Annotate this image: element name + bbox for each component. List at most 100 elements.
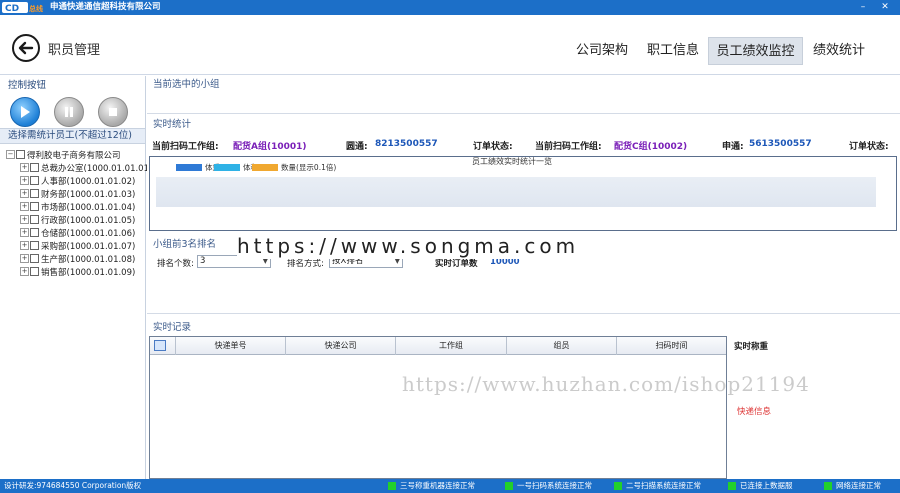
top3-label: 小组前3名排名 bbox=[153, 239, 217, 250]
control-section-label: 控制按钮 bbox=[8, 80, 47, 91]
legend-swatch bbox=[176, 164, 202, 171]
status-led-icon bbox=[614, 482, 622, 490]
expand-icon[interactable]: + bbox=[20, 241, 29, 250]
tab-company-structure[interactable]: 公司架构 bbox=[572, 37, 632, 65]
expand-icon[interactable]: + bbox=[20, 176, 29, 185]
legend-swatch bbox=[252, 164, 278, 171]
tree-item-label: 采购部(1000.01.01.07) bbox=[41, 241, 136, 252]
tree-item-label: 市场部(1000.01.01.04) bbox=[41, 202, 136, 213]
expand-icon[interactable]: + bbox=[20, 163, 29, 172]
chart-title: 员工绩效实时统计一览 bbox=[472, 157, 552, 166]
tree-checkbox[interactable] bbox=[30, 254, 39, 263]
tree-checkbox[interactable] bbox=[30, 241, 39, 250]
status-bar: 设计研发:974684550 Corporation版权 三号称重机器连接正常 … bbox=[0, 479, 900, 493]
expand-icon[interactable]: + bbox=[20, 254, 29, 263]
tree-checkbox[interactable] bbox=[30, 202, 39, 211]
shentong-label: 申通: bbox=[722, 142, 744, 152]
order-status-label: 订单状态: bbox=[473, 142, 513, 152]
status-text: 三号称重机器连接正常 bbox=[400, 481, 475, 490]
tree-item-label: 总裁办公室(1000.01.01.01) bbox=[41, 163, 153, 174]
stop-button[interactable] bbox=[98, 97, 128, 127]
tree-item[interactable]: + 总裁办公室(1000.01.01.01) bbox=[6, 161, 152, 174]
tree-item[interactable]: + 销售部(1000.01.01.09) bbox=[6, 265, 152, 278]
tree-item[interactable]: + 仓储部(1000.01.01.06) bbox=[6, 226, 152, 239]
status-item: 二号扫描系统连接正常 bbox=[614, 479, 701, 493]
left-panel: 控制按钮 选择需统计员工(不超过12位) − 得利胶电子商务有限公司 + 总裁办… bbox=[0, 76, 152, 479]
status-item: 三号称重机器连接正常 bbox=[388, 479, 475, 493]
logo-sub-text: 总线 bbox=[29, 4, 43, 13]
col-scan-time[interactable]: 扫码时间 bbox=[617, 337, 726, 355]
window-titlebar: CD 总线 申通快递通信超科技有限公司 – ✕ bbox=[0, 0, 900, 15]
status-item: 一号扫码系统连接正常 bbox=[505, 479, 592, 493]
legend-swatch bbox=[214, 164, 240, 171]
tree-item[interactable]: + 生产部(1000.01.01.08) bbox=[6, 252, 152, 265]
legend-label: 数量(显示0.1倍) bbox=[281, 163, 337, 172]
status-text: 已连接上数据服 bbox=[740, 481, 793, 490]
tab-employee-info[interactable]: 职工信息 bbox=[642, 37, 704, 65]
expand-icon[interactable]: + bbox=[20, 215, 29, 224]
tree-checkbox[interactable] bbox=[30, 215, 39, 224]
tree-item[interactable]: + 行政部(1000.01.01.05) bbox=[6, 213, 152, 226]
expand-icon[interactable]: + bbox=[20, 202, 29, 211]
copyright-text: 设计研发:974684550 Corporation版权 bbox=[4, 481, 142, 490]
watermark-top: https://www.songma.com bbox=[237, 233, 683, 259]
pause-button[interactable] bbox=[54, 97, 84, 127]
pause-icon bbox=[65, 107, 73, 117]
status-text: 网络连接正常 bbox=[836, 481, 881, 490]
tree-item-label: 人事部(1000.01.01.02) bbox=[41, 176, 136, 187]
tree-checkbox[interactable] bbox=[30, 176, 39, 185]
col-work-group[interactable]: 工作组 bbox=[396, 337, 507, 355]
tree-item-label: 仓储部(1000.01.01.06) bbox=[41, 228, 136, 239]
tree-checkbox[interactable] bbox=[30, 228, 39, 237]
main-content: 当前选中的小组 实时统计 当前扫码工作组: 配货A组(10001) 圆通: 82… bbox=[147, 76, 900, 479]
tree-item-label: 销售部(1000.01.01.09) bbox=[41, 267, 136, 278]
performance-chart: 员工绩效实时统计一览 体重 体积 数量(显示0.1倍) bbox=[149, 156, 897, 231]
play-icon bbox=[21, 106, 30, 118]
tree-item-label: 生产部(1000.01.01.08) bbox=[41, 254, 136, 265]
tree-root[interactable]: − 得利胶电子商务有限公司 bbox=[6, 148, 152, 161]
yuantong-value: 8213500557 bbox=[375, 139, 438, 149]
yuantong-label: 圆通: bbox=[346, 142, 368, 152]
tree-checkbox[interactable] bbox=[30, 163, 39, 172]
tree-checkbox[interactable] bbox=[30, 189, 39, 198]
tree-item-label: 行政部(1000.01.01.05) bbox=[41, 215, 136, 226]
minimize-button[interactable]: – bbox=[856, 1, 870, 13]
col-tracking-number[interactable]: 快递单号 bbox=[176, 337, 286, 355]
status-led-icon bbox=[728, 482, 736, 490]
records-grid[interactable]: 快递单号 快递公司 工作组 组员 扫码时间 bbox=[149, 336, 727, 479]
status-text: 二号扫描系统连接正常 bbox=[626, 481, 701, 490]
tree-item[interactable]: + 采购部(1000.01.01.07) bbox=[6, 239, 152, 252]
rank-count-label: 排名个数: bbox=[157, 259, 194, 269]
col-courier[interactable]: 快递公司 bbox=[286, 337, 396, 355]
company-logo-icon: CD 总线 bbox=[2, 2, 43, 14]
start-button[interactable] bbox=[10, 97, 40, 127]
tree-checkbox[interactable] bbox=[30, 267, 39, 276]
col-member[interactable]: 组员 bbox=[507, 337, 617, 355]
tree-item[interactable]: + 人事部(1000.01.01.02) bbox=[6, 174, 152, 187]
status-led-icon bbox=[388, 482, 396, 490]
realtime-box: 实时统计 bbox=[147, 116, 900, 134]
expand-icon[interactable]: + bbox=[20, 267, 29, 276]
close-button[interactable]: ✕ bbox=[878, 1, 892, 13]
tab-performance-monitor[interactable]: 员工绩效监控 bbox=[708, 37, 803, 65]
expand-icon[interactable]: + bbox=[20, 228, 29, 237]
grid-corner bbox=[150, 337, 176, 355]
scan-group-label: 当前扫码工作组: bbox=[152, 142, 219, 152]
scan-group-a: 配货A组(10001) bbox=[233, 142, 307, 152]
app-header: 职员管理 公司架构 职工信息 员工绩效监控 绩效统计 bbox=[0, 15, 900, 75]
grid-header: 快递单号 快递公司 工作组 组员 扫码时间 bbox=[150, 337, 726, 355]
records-label: 实时记录 bbox=[153, 322, 192, 333]
current-group-label: 当前选中的小组 bbox=[153, 79, 220, 90]
employee-select-label: 选择需统计员工(不超过12位) bbox=[0, 128, 145, 144]
order-status-label-2: 订单状态: bbox=[849, 142, 889, 152]
collapse-icon[interactable]: − bbox=[6, 150, 15, 159]
tree-item[interactable]: + 市场部(1000.01.01.04) bbox=[6, 200, 152, 213]
back-button[interactable] bbox=[12, 34, 40, 62]
window-title: 申通快递通信超科技有限公司 bbox=[50, 2, 161, 12]
tree-item[interactable]: + 财务部(1000.01.01.03) bbox=[6, 187, 152, 200]
expand-icon[interactable]: + bbox=[20, 189, 29, 198]
tree-checkbox[interactable] bbox=[16, 150, 25, 159]
page-title: 职员管理 bbox=[48, 43, 101, 58]
tab-performance-stats[interactable]: 绩效统计 bbox=[808, 37, 870, 65]
status-item: 网络连接正常 bbox=[824, 479, 881, 493]
